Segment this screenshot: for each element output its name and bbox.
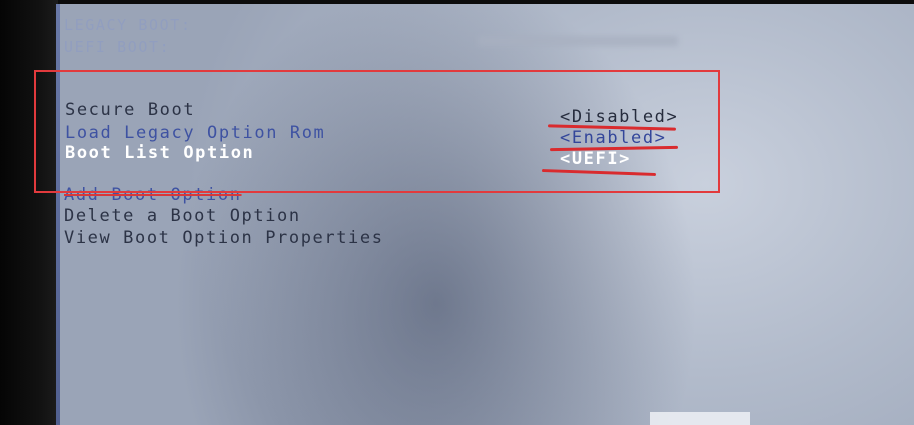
screen-glare bbox=[650, 412, 750, 425]
view-boot-option-properties-item[interactable]: View Boot Option Properties bbox=[64, 228, 384, 248]
screen-left-border bbox=[56, 4, 60, 425]
legacy-boot-header: LEGACY BOOT: bbox=[64, 16, 192, 34]
blurred-boot-entry bbox=[478, 36, 678, 46]
photo-frame: LEGACY BOOT: UEFI BOOT: Secure Boot <Dis… bbox=[0, 0, 914, 425]
delete-boot-option-item[interactable]: Delete a Boot Option bbox=[64, 206, 301, 226]
uefi-boot-header: UEFI BOOT: bbox=[64, 38, 171, 56]
monitor-bezel-left bbox=[0, 0, 58, 425]
